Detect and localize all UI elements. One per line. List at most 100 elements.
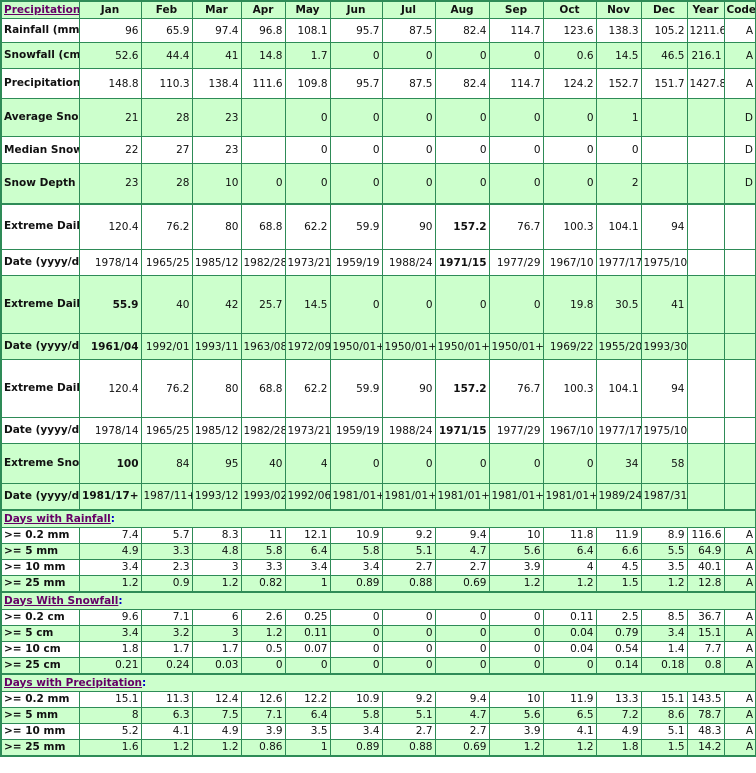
data-cell: 0.88 — [381, 574, 436, 592]
data-cell: 65.9 — [140, 18, 193, 43]
section-link[interactable]: Days with Rainfall — [4, 513, 111, 525]
data-cell — [240, 136, 286, 164]
data-code-cell — [723, 483, 756, 510]
data-cell: 1971/15 — [434, 417, 490, 444]
data-code-cell — [723, 333, 756, 360]
data-cell: 2.7 — [434, 558, 490, 576]
data-cell: 96 — [78, 18, 142, 43]
data-cell: 5.6 — [488, 706, 544, 724]
data-code-cell: D — [723, 136, 756, 164]
data-cell: 0 — [329, 163, 383, 204]
data-cell: 0 — [488, 163, 544, 204]
header-row: Precipitation: Jan Feb Mar Apr May Jun J… — [0, 0, 756, 19]
data-cell: 82.4 — [434, 68, 490, 99]
data-cell: 11.3 — [140, 690, 193, 708]
data-code-cell — [723, 275, 756, 334]
data-cell: 5.1 — [640, 722, 688, 740]
main-row: Snowfall (cm) 52.6 44.4 41 14.8 1.7 0 0 0 0 0.6 14.… — [0, 42, 756, 69]
days-row: >= 0.2 mm 7.4 5.7 8.3 11 12.1 10.9 9.2 9.4 10 11.8… — [0, 526, 756, 544]
data-cell: 1963/08 — [240, 333, 286, 360]
row-label: >= 0.2 mm — [0, 690, 80, 708]
data-code-cell: A — [723, 42, 756, 69]
data-cell: 5.8 — [329, 706, 383, 724]
data-cell: 90 — [381, 202, 436, 250]
data-cell: 7.1 — [140, 608, 193, 626]
data-cell: 2.7 — [434, 722, 490, 740]
data-cell: 21 — [78, 98, 142, 137]
data-cell: 120.4 — [78, 359, 142, 418]
data-cell: 1981/01+ — [329, 483, 383, 510]
data-cell: 11.9 — [595, 526, 642, 544]
data-cell: 0 — [381, 640, 436, 658]
col-header-dec: Dec — [640, 0, 688, 19]
data-code-cell — [723, 202, 756, 250]
data-cell: 3.3 — [140, 542, 193, 560]
data-cell: 0.04 — [542, 640, 597, 658]
data-cell — [640, 136, 688, 164]
data-cell: 0.03 — [191, 656, 242, 674]
data-cell: 84 — [140, 443, 193, 484]
section-header-row: Days with Rainfall: — [0, 508, 756, 528]
data-cell: 1977/17 — [595, 249, 642, 276]
data-cell: 7.2 — [595, 706, 642, 724]
data-cell — [686, 417, 725, 444]
data-cell: 28 — [140, 163, 193, 204]
data-cell: 1985/12 — [191, 249, 242, 276]
data-cell: 40.1 — [686, 558, 725, 576]
data-cell: 3 — [191, 558, 242, 576]
data-cell: 40 — [140, 275, 193, 334]
data-cell: 1988/24 — [381, 417, 436, 444]
data-cell: 0.21 — [78, 656, 142, 674]
data-cell: 1959/19 — [329, 417, 383, 444]
data-cell: 1969/22 — [542, 333, 597, 360]
data-cell: 1978/14 — [78, 417, 142, 444]
data-cell — [240, 98, 286, 137]
extreme-row: Date (yyyy/dd)1978/141965/251985/121982/… — [0, 417, 756, 444]
data-cell: 10 — [488, 690, 544, 708]
data-cell: 0 — [434, 656, 490, 674]
data-code-cell — [723, 443, 756, 484]
data-cell: 1.2 — [640, 574, 688, 592]
col-header-jan: Jan — [78, 0, 142, 19]
col-header-nov: Nov — [595, 0, 642, 19]
data-cell: 1993/11 — [191, 333, 242, 360]
col-header-feb: Feb — [140, 0, 193, 19]
data-cell: 41 — [640, 275, 688, 334]
days-row: >= 0.2 mm 15.1 11.3 12.4 12.6 12.2 10.9 9.2 9.4 1… — [0, 690, 756, 708]
data-cell: 1.7 — [191, 640, 242, 658]
data-cell: 8.5 — [640, 608, 688, 626]
extreme-row: Extreme Daily Snowfall (cm)55.9404225.71… — [0, 275, 756, 334]
data-code-cell: A — [723, 706, 756, 724]
data-cell: 0 — [488, 624, 544, 642]
data-cell: 1.2 — [191, 738, 242, 756]
section-link[interactable]: Days with Precipitation — [4, 677, 142, 689]
data-cell: 0.82 — [240, 574, 286, 592]
data-cell: 9.4 — [434, 526, 490, 544]
data-code-cell: A — [723, 68, 756, 99]
data-cell: 0.9 — [140, 574, 193, 592]
data-cell: 3.4 — [329, 722, 383, 740]
data-cell: 1967/10 — [542, 417, 597, 444]
section-link[interactable]: Days With Snowfall — [4, 595, 118, 607]
data-cell: 1.8 — [78, 640, 142, 658]
data-cell: 0.8 — [686, 656, 725, 674]
col-header-mar: Mar — [191, 0, 242, 19]
data-cell: 0 — [434, 443, 490, 484]
data-cell: 2 — [595, 163, 642, 204]
data-cell: 5.6 — [488, 542, 544, 560]
colon: : — [110, 512, 115, 525]
data-cell: 124.2 — [542, 68, 597, 99]
data-code-cell: A — [723, 574, 756, 592]
data-cell: 157.2 — [434, 359, 490, 418]
data-cell: 1987/31 — [640, 483, 688, 510]
data-cell: 12.6 — [240, 690, 286, 708]
data-cell: 1982/28 — [240, 417, 286, 444]
data-cell — [686, 163, 725, 204]
precipitation-link[interactable]: Precipitation — [4, 4, 78, 16]
data-cell: 1.2 — [542, 738, 597, 756]
data-cell: 0 — [329, 136, 383, 164]
data-cell: 5.8 — [329, 542, 383, 560]
data-code-cell: A — [723, 640, 756, 658]
data-cell: 11.8 — [542, 526, 597, 544]
row-label: >= 5 mm — [0, 706, 80, 724]
